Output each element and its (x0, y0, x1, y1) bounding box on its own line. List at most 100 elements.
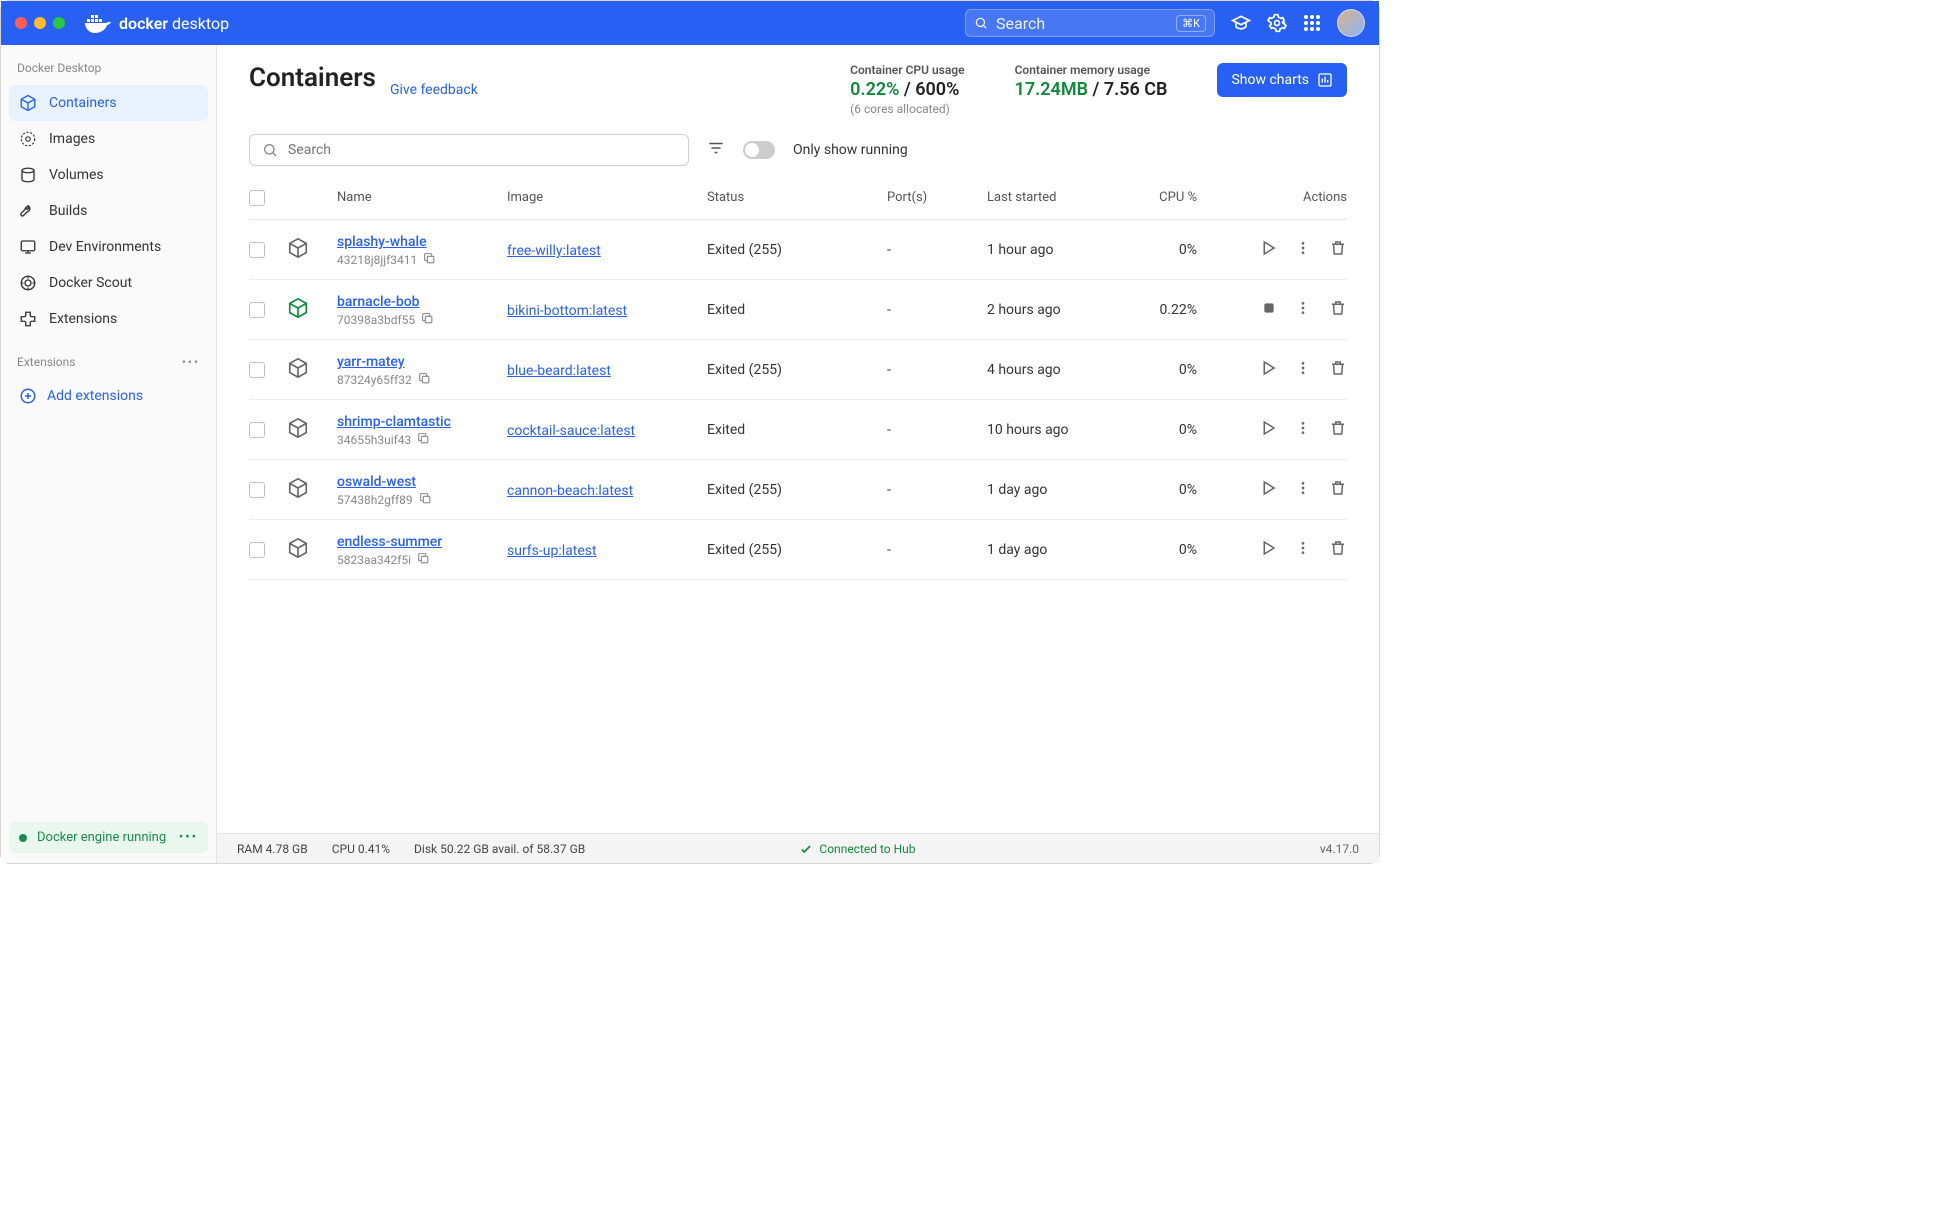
container-cube-icon (287, 357, 309, 379)
delete-button[interactable] (1329, 359, 1347, 381)
container-status: Exited (707, 302, 887, 318)
copy-hash-button[interactable] (417, 432, 430, 448)
container-name-link[interactable]: shrimp-clamtastic (337, 414, 451, 430)
container-name-link[interactable]: barnacle-bob (337, 294, 420, 310)
only-running-toggle[interactable] (743, 141, 775, 159)
col-last[interactable]: Last started (987, 190, 1117, 205)
copy-hash-button[interactable] (423, 252, 436, 268)
col-image[interactable]: Image (507, 190, 707, 205)
delete-button[interactable] (1329, 479, 1347, 501)
engine-menu-icon[interactable]: ••• (179, 830, 198, 845)
start-button[interactable] (1259, 359, 1277, 381)
footer-hub[interactable]: Connected to Hub (799, 842, 915, 856)
image-link[interactable]: surfs-up:latest (507, 543, 597, 559)
row-menu-button[interactable] (1295, 360, 1311, 380)
engine-status[interactable]: Docker engine running ••• (9, 822, 208, 853)
col-status[interactable]: Status (707, 190, 887, 205)
mem-metric-label: Container memory usage (1015, 63, 1168, 77)
copy-hash-button[interactable] (421, 312, 434, 328)
sidebar-item-builds[interactable]: Builds (9, 193, 208, 229)
sidebar-heading: Docker Desktop (9, 55, 208, 85)
cpu-used: 0.22% (850, 79, 899, 100)
col-ports[interactable]: Port(s) (887, 190, 987, 205)
container-last-started: 1 hour ago (987, 242, 1117, 258)
settings-icon[interactable] (1267, 13, 1287, 33)
cpu-total: / 600% (904, 79, 959, 100)
delete-button[interactable] (1329, 239, 1347, 261)
delete-button[interactable] (1329, 299, 1347, 321)
add-extensions-label: Add extensions (47, 388, 143, 404)
copy-hash-button[interactable] (418, 372, 431, 388)
sidebar-item-images[interactable]: Images (9, 121, 208, 157)
start-button[interactable] (1259, 539, 1277, 561)
start-button[interactable] (1259, 239, 1277, 261)
sidebar-item-docker-scout[interactable]: Docker Scout (9, 265, 208, 301)
container-search[interactable] (249, 134, 689, 166)
graduation-icon[interactable] (1231, 13, 1251, 33)
sidebar-item-dev-environments[interactable]: Dev Environments (9, 229, 208, 265)
select-all-checkbox[interactable] (249, 190, 265, 206)
col-cpu[interactable]: CPU % (1117, 190, 1197, 205)
container-ports: - (887, 302, 987, 318)
row-menu-button[interactable] (1295, 480, 1311, 500)
sidebar-item-containers[interactable]: Containers (9, 85, 208, 121)
image-link[interactable]: cocktail-sauce:latest (507, 423, 635, 439)
close-window[interactable] (15, 17, 27, 29)
image-link[interactable]: bikini-bottom:latest (507, 303, 627, 319)
row-checkbox[interactable] (249, 482, 265, 498)
container-last-started: 4 hours ago (987, 362, 1117, 378)
col-name[interactable]: Name (337, 190, 507, 205)
add-extensions[interactable]: Add extensions (9, 379, 208, 413)
row-checkbox[interactable] (249, 302, 265, 318)
show-charts-button[interactable]: Show charts (1217, 63, 1347, 97)
image-link[interactable]: cannon-beach:latest (507, 483, 633, 499)
minimize-window[interactable] (34, 17, 46, 29)
global-search[interactable]: Search ⌘K (965, 9, 1215, 37)
sidebar-item-volumes[interactable]: Volumes (9, 157, 208, 193)
row-checkbox[interactable] (249, 422, 265, 438)
stop-button[interactable] (1261, 300, 1277, 320)
filter-button[interactable] (707, 139, 725, 161)
row-menu-button[interactable] (1295, 300, 1311, 320)
dev-env-icon (19, 238, 37, 256)
container-ports: - (887, 362, 987, 378)
trash-icon (1329, 299, 1347, 317)
extensions-menu-icon[interactable]: ••• (182, 355, 200, 369)
container-search-input[interactable] (288, 142, 676, 158)
user-avatar[interactable] (1337, 9, 1365, 37)
row-menu-button[interactable] (1295, 540, 1311, 560)
container-ports: - (887, 482, 987, 498)
more-icon (1295, 240, 1311, 256)
cpu-sub: (6 cores allocated) (850, 102, 964, 116)
row-menu-button[interactable] (1295, 240, 1311, 260)
container-cube-icon (287, 537, 309, 559)
container-cpu: 0% (1117, 242, 1197, 258)
image-link[interactable]: blue-beard:latest (507, 363, 611, 379)
container-name-link[interactable]: oswald-west (337, 474, 416, 490)
row-checkbox[interactable] (249, 242, 265, 258)
container-cube-icon (287, 297, 309, 319)
container-cpu: 0% (1117, 482, 1197, 498)
start-button[interactable] (1259, 419, 1277, 441)
delete-button[interactable] (1329, 539, 1347, 561)
copy-hash-button[interactable] (419, 492, 432, 508)
container-name-link[interactable]: yarr-matey (337, 354, 405, 370)
container-cpu: 0% (1117, 362, 1197, 378)
container-name-link[interactable]: endless-summer (337, 534, 442, 550)
give-feedback-link[interactable]: Give feedback (390, 82, 478, 98)
row-menu-button[interactable] (1295, 420, 1311, 440)
copy-hash-button[interactable] (417, 552, 430, 568)
start-button[interactable] (1259, 479, 1277, 501)
trash-icon (1329, 419, 1347, 437)
copy-icon (423, 252, 436, 265)
row-checkbox[interactable] (249, 362, 265, 378)
apps-grid-icon[interactable] (1303, 14, 1321, 32)
container-name-link[interactable]: splashy-whale (337, 234, 427, 250)
delete-button[interactable] (1329, 419, 1347, 441)
plus-circle-icon (19, 387, 37, 405)
image-link[interactable]: free-willy:latest (507, 243, 601, 259)
zoom-window[interactable] (53, 17, 65, 29)
sidebar-item-extensions[interactable]: Extensions (9, 301, 208, 337)
row-checkbox[interactable] (249, 542, 265, 558)
play-icon (1259, 359, 1277, 377)
